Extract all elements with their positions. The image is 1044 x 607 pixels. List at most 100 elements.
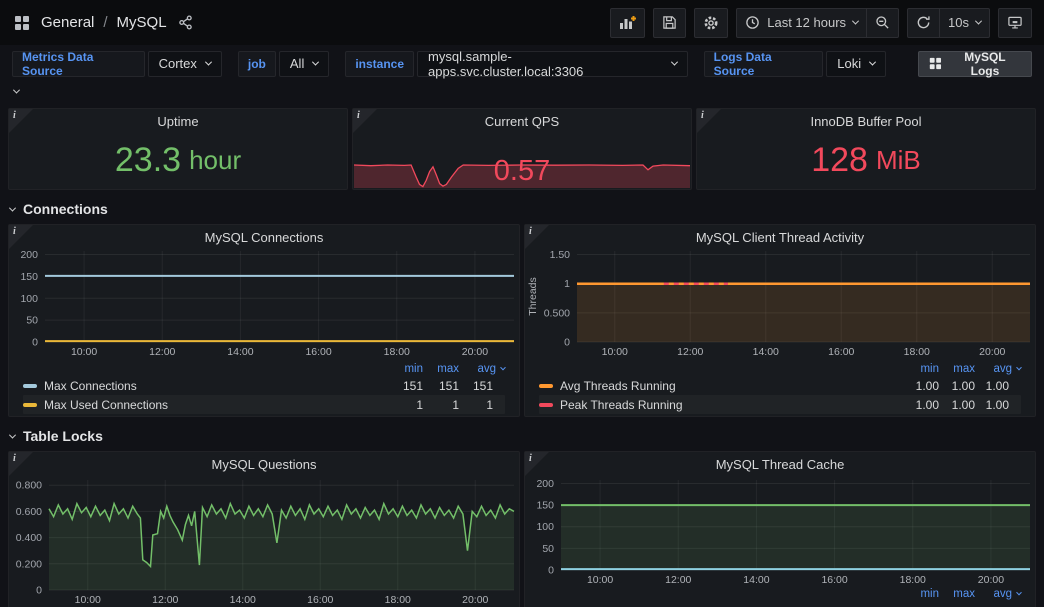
series-color-swatch (539, 384, 553, 388)
section-table-locks[interactable]: Table Locks (10, 425, 1034, 447)
series-color-swatch (23, 403, 37, 407)
panel-info-icon[interactable]: i (9, 452, 33, 476)
add-panel-button[interactable] (610, 8, 645, 38)
svg-text:10:00: 10:00 (75, 594, 101, 606)
legend: min max avg Avg Threads Running 1.00 1.0… (525, 361, 1035, 418)
panel-current-qps: i Current QPS 0.57 (352, 108, 692, 190)
breadcrumb-folder[interactable]: General (41, 14, 94, 31)
dashboard-link-icon (929, 57, 942, 70)
svg-text:0.200: 0.200 (16, 558, 42, 570)
legend-sort-avg[interactable]: avg (459, 363, 505, 375)
legend-header: min max avg (23, 361, 505, 376)
save-dashboard-button[interactable] (653, 8, 686, 38)
svg-text:12:00: 12:00 (665, 574, 691, 586)
panel-mysql-questions: i MySQL Questions 10:00 12:00 14:00 16:00 18… (8, 451, 520, 607)
svg-text:0.800: 0.800 (16, 480, 42, 492)
legend-sort-max[interactable]: max (423, 363, 459, 375)
legend-row: Avg Threads Running 1.00 1.00 1.00 (539, 376, 1021, 395)
variable-instance: instance mysql.sample-apps.svc.cluster.l… (345, 51, 687, 77)
svg-text:16:00: 16:00 (305, 346, 331, 358)
zoom-out-time-button[interactable] (867, 8, 899, 38)
svg-text:1: 1 (564, 278, 570, 290)
innodb-buffer-pool-value: 128 MiB (697, 131, 1035, 189)
panel-info-icon[interactable]: i (525, 225, 549, 249)
variable-label: Logs Data Source (704, 51, 824, 77)
dashboards-icon[interactable] (12, 13, 32, 33)
legend-sort-max[interactable]: max (939, 588, 975, 600)
panel-title[interactable]: MySQL Questions (9, 452, 519, 474)
thread-activity-chart[interactable]: 10:0012:0014:0016:0018:0020:0000.50011.5… (525, 245, 1035, 361)
top-nav-bar: General / MySQL (0, 0, 1044, 45)
share-icon[interactable] (176, 13, 195, 32)
svg-text:18:00: 18:00 (385, 594, 411, 606)
breadcrumb-divider: / (103, 14, 107, 31)
legend-sort-min[interactable]: min (387, 363, 423, 375)
legend-sort-avg[interactable]: avg (975, 588, 1021, 600)
mysql-connections-chart[interactable]: 10:0012:0014:0016:0018:0020:000501001502… (9, 245, 519, 361)
svg-text:Threads: Threads (527, 277, 539, 316)
svg-text:12:00: 12:00 (152, 594, 178, 606)
refresh-interval-picker[interactable]: 10s (940, 8, 990, 38)
legend-sort-avg[interactable]: avg (975, 363, 1021, 375)
svg-text:50: 50 (26, 315, 38, 327)
panel-title[interactable]: MySQL Thread Cache (525, 452, 1035, 474)
variable-logs-data-source: Logs Data Source Loki (704, 51, 886, 77)
svg-text:150: 150 (536, 500, 554, 512)
legend: min max avg (525, 586, 1035, 605)
panel-info-icon[interactable]: i (697, 109, 721, 133)
panel-title[interactable]: Uptime (9, 109, 347, 131)
panel-info-icon[interactable]: i (9, 109, 33, 133)
svg-text:14:00: 14:00 (230, 594, 256, 606)
panel-title[interactable]: Current QPS (353, 109, 691, 131)
panel-info-icon[interactable]: i (353, 109, 377, 133)
legend-header: min max avg (539, 586, 1021, 601)
panel-info-icon[interactable]: i (525, 452, 549, 476)
dashboard-settings-icon[interactable] (694, 8, 728, 38)
legend-sort-min[interactable]: min (903, 363, 939, 375)
svg-text:20:00: 20:00 (979, 346, 1005, 358)
svg-text:16:00: 16:00 (307, 594, 333, 606)
submenu-bar: Metrics Data Source Cortex job All insta… (0, 47, 1044, 80)
svg-text:100: 100 (536, 521, 554, 533)
svg-text:0.400: 0.400 (16, 532, 42, 544)
svg-text:20:00: 20:00 (462, 346, 488, 358)
time-range-picker[interactable]: Last 12 hours (736, 8, 867, 38)
svg-text:0: 0 (32, 337, 38, 349)
svg-text:12:00: 12:00 (149, 346, 175, 358)
svg-text:200: 200 (20, 249, 38, 261)
legend: min max avg Max Connections 151 151 151 … (9, 361, 519, 418)
svg-text:200: 200 (536, 478, 554, 490)
panel-mysql-client-thread-activity: i MySQL Client Thread Activity 10:0012:0… (524, 224, 1036, 417)
svg-text:16:00: 16:00 (828, 346, 854, 358)
svg-text:18:00: 18:00 (904, 346, 930, 358)
panel-title[interactable]: InnoDB Buffer Pool (697, 109, 1035, 131)
instance-dropdown[interactable]: mysql.sample-apps.svc.cluster.local:3306 (417, 51, 688, 77)
svg-text:50: 50 (542, 543, 554, 555)
metrics-datasource-dropdown[interactable]: Cortex (148, 51, 222, 77)
mysql-logs-button[interactable]: MySQL Logs (918, 51, 1032, 77)
variable-label: instance (345, 51, 414, 77)
legend-sort-min[interactable]: min (903, 588, 939, 600)
qps-value: 0.57 (353, 155, 691, 188)
legend-sort-max[interactable]: max (939, 363, 975, 375)
kiosk-mode-icon[interactable] (998, 8, 1032, 38)
refresh-dashboard-button[interactable] (907, 8, 940, 38)
svg-text:1.50: 1.50 (550, 249, 571, 261)
mysql-thread-cache-chart[interactable]: 10:0012:0014:0016:0018:0020:000501001502… (525, 474, 1035, 586)
panel-info-icon[interactable]: i (9, 225, 33, 249)
section-collapse-icon (9, 431, 16, 438)
panel-title[interactable]: MySQL Client Thread Activity (525, 225, 1035, 245)
breadcrumb-dashboard[interactable]: MySQL (117, 14, 167, 31)
svg-text:14:00: 14:00 (743, 574, 769, 586)
svg-text:12:00: 12:00 (677, 346, 703, 358)
job-dropdown[interactable]: All (279, 51, 329, 77)
svg-text:14:00: 14:00 (753, 346, 779, 358)
logs-datasource-dropdown[interactable]: Loki (826, 51, 886, 77)
svg-text:20:00: 20:00 (978, 574, 1004, 586)
collapsed-row-toggle-icon[interactable] (13, 86, 20, 93)
legend-row: Peak Threads Running 1.00 1.00 1.00 (539, 395, 1021, 414)
section-connections[interactable]: Connections (10, 198, 1034, 220)
panel-uptime: i Uptime 23.3 hour (8, 108, 348, 190)
panel-title[interactable]: MySQL Connections (9, 225, 519, 245)
mysql-questions-chart[interactable]: 10:0012:0014:0016:0018:0020:0000.2000.40… (9, 474, 519, 606)
